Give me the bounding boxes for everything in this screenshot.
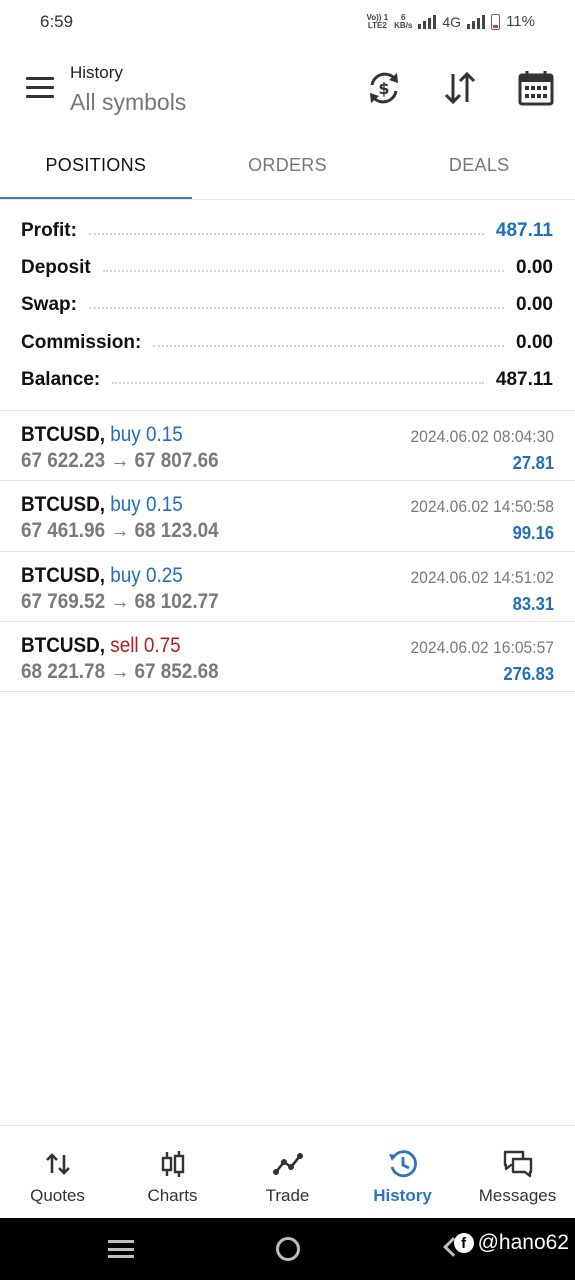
position-prices: 67 461.96 → 68 123.04 [21, 519, 219, 543]
calendar-icon[interactable] [516, 68, 556, 108]
summary-label: Swap: [21, 294, 77, 316]
summary-row-balance: Balance: 487.11 [0, 361, 575, 398]
position-row[interactable]: BTCUSD, buy 0.15 67 461.96 → 68 123.04 2… [0, 481, 575, 552]
position-profit: 83.31 [512, 593, 554, 614]
position-row[interactable]: BTCUSD, sell 0.75 68 221.78 → 67 852.68 … [0, 622, 575, 693]
status-time: 6:59 [40, 12, 74, 31]
tabs-divider [0, 199, 575, 200]
position-profit: 99.16 [512, 523, 554, 544]
nav-quotes[interactable]: Quotes [0, 1126, 115, 1218]
position-symbol: BTCUSD, buy 0.25 [21, 563, 183, 587]
summary-value: 487.11 [495, 219, 553, 241]
dotted-leader [153, 344, 505, 347]
status-indicators: Vo)) 1 LTE2 6 KB/s 4G 11% [367, 13, 535, 30]
nav-history[interactable]: History [345, 1126, 460, 1218]
position-time: 2024.06.02 16:05:57 [410, 637, 554, 657]
position-row[interactable]: BTCUSD, buy 0.25 67 769.52 → 68 102.77 2… [0, 552, 575, 622]
dotted-leader [88, 307, 505, 310]
dotted-leader [112, 381, 484, 384]
positions-list: BTCUSD, buy 0.15 67 622.23 → 67 807.66 2… [0, 411, 575, 693]
svg-text:$: $ [378, 79, 389, 98]
status-bar: 6:59 Vo)) 1 LTE2 6 KB/s 4G 11% [0, 0, 575, 46]
tab-deals[interactable]: DEALS [383, 136, 575, 200]
candlestick-icon [161, 1151, 184, 1177]
position-prices: 68 221.78 → 67 852.68 [21, 659, 219, 683]
summary-row-swap: Swap: 0.00 [0, 287, 575, 324]
tab-orders[interactable]: ORDERS [192, 136, 384, 200]
nav-label: History [373, 1186, 432, 1205]
nav-charts[interactable]: Charts [115, 1126, 230, 1218]
signal-icon [418, 14, 437, 29]
page-title: History [70, 63, 123, 82]
home-icon[interactable] [276, 1237, 300, 1261]
position-time: 2024.06.02 14:50:58 [410, 497, 554, 517]
summary-row-deposit: Deposit 0.00 [0, 249, 575, 286]
summary-label: Deposit [21, 256, 91, 278]
messages-icon [503, 1150, 532, 1178]
battery-level: 11% [506, 13, 535, 30]
position-symbol: BTCUSD, buy 0.15 [21, 423, 183, 446]
position-time: 2024.06.02 14:51:02 [410, 567, 554, 587]
volte-indicator: Vo)) 1 LTE2 [366, 12, 389, 30]
tab-positions[interactable]: POSITIONS [0, 136, 192, 200]
summary-row-profit: Profit: 487.11 [0, 212, 575, 249]
position-side: buy 0.25 [110, 563, 183, 587]
summary-value: 0.00 [516, 331, 553, 353]
sort-icon[interactable] [440, 68, 480, 108]
nav-label: Charts [147, 1186, 198, 1205]
summary-label: Commission: [21, 331, 142, 353]
battery-icon [491, 13, 501, 30]
dotted-leader [102, 269, 505, 272]
menu-icon[interactable] [26, 77, 54, 99]
tab-bar: POSITIONS ORDERS DEALS [0, 136, 575, 200]
summary-label: Profit: [21, 219, 77, 241]
summary-row-commission: Commission: 0.00 [0, 324, 575, 361]
position-row[interactable]: BTCUSD, buy 0.15 67 622.23 → 67 807.66 2… [0, 411, 575, 482]
nav-label: Quotes [30, 1186, 85, 1205]
position-prices: 67 769.52 → 68 102.77 [21, 589, 219, 613]
position-profit: 27.81 [512, 453, 554, 473]
summary-label: Balance: [21, 368, 101, 390]
position-symbol: BTCUSD, sell 0.75 [21, 633, 181, 657]
bottom-nav: Quotes Charts Trade History Messages [0, 1126, 575, 1218]
nav-label: Messages [478, 1186, 557, 1205]
dotted-leader [88, 232, 484, 235]
network-speed: 6 KB/s [394, 12, 413, 30]
position-symbol: BTCUSD, buy 0.15 [21, 493, 183, 517]
quotes-arrows-icon [45, 1153, 70, 1175]
summary-panel: Profit: 487.11 Deposit 0.00 Swap: 0.00 C… [0, 212, 575, 398]
watermark: f @hano62 [453, 1231, 569, 1255]
position-side: buy 0.15 [110, 423, 183, 446]
summary-value: 0.00 [516, 256, 553, 278]
watermark-handle: @hano62 [477, 1231, 569, 1254]
signal-icon-2 [467, 14, 486, 29]
position-time: 2024.06.02 08:04:30 [410, 427, 554, 446]
summary-value: 487.11 [495, 368, 553, 390]
system-nav-bar: f @hano62 [0, 1218, 575, 1280]
history-clock-icon [388, 1150, 417, 1178]
position-side: buy 0.15 [110, 493, 183, 517]
position-profit: 276.83 [503, 663, 554, 684]
symbol-filter[interactable]: All symbols [70, 89, 186, 116]
currency-exchange-icon[interactable]: $ [364, 68, 404, 108]
app-bar: History All symbols $ [0, 46, 575, 136]
position-prices: 67 622.23 → 67 807.66 [21, 449, 219, 472]
nav-label: Trade [265, 1186, 310, 1205]
summary-value: 0.00 [516, 294, 553, 316]
nav-messages[interactable]: Messages [460, 1126, 575, 1218]
position-side: sell 0.75 [110, 633, 181, 657]
network-type: 4G [442, 13, 462, 30]
facebook-icon: f [453, 1233, 474, 1253]
nav-trade[interactable]: Trade [230, 1126, 345, 1218]
recent-apps-icon[interactable] [108, 1240, 134, 1258]
trade-line-icon [272, 1153, 303, 1175]
